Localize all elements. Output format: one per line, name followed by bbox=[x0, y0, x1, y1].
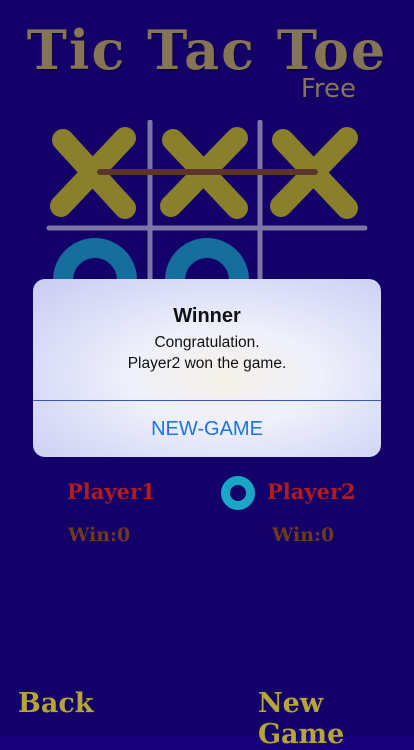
back-button[interactable]: Back bbox=[18, 688, 93, 719]
current-turn-o-icon bbox=[221, 476, 255, 510]
alert-message-line2: Player2 won the game. bbox=[127, 355, 287, 372]
new-game-alert-button[interactable]: NEW-GAME bbox=[33, 401, 381, 457]
alert-message-line1: Congratulation. bbox=[154, 334, 260, 351]
player1-name: Player1 bbox=[67, 479, 156, 504]
alert-message: Congratulation. Player2 won the game. bbox=[33, 332, 381, 374]
new-game-button[interactable]: New Game bbox=[258, 688, 414, 750]
alert-title: Winner bbox=[173, 305, 241, 327]
player2-wins: Win:0 bbox=[272, 524, 335, 546]
winner-alert-dialog: Winner Congratulation. Player2 won the g… bbox=[33, 279, 381, 457]
player2-name: Player2 bbox=[267, 479, 356, 504]
player1-wins: Win:0 bbox=[68, 524, 131, 546]
